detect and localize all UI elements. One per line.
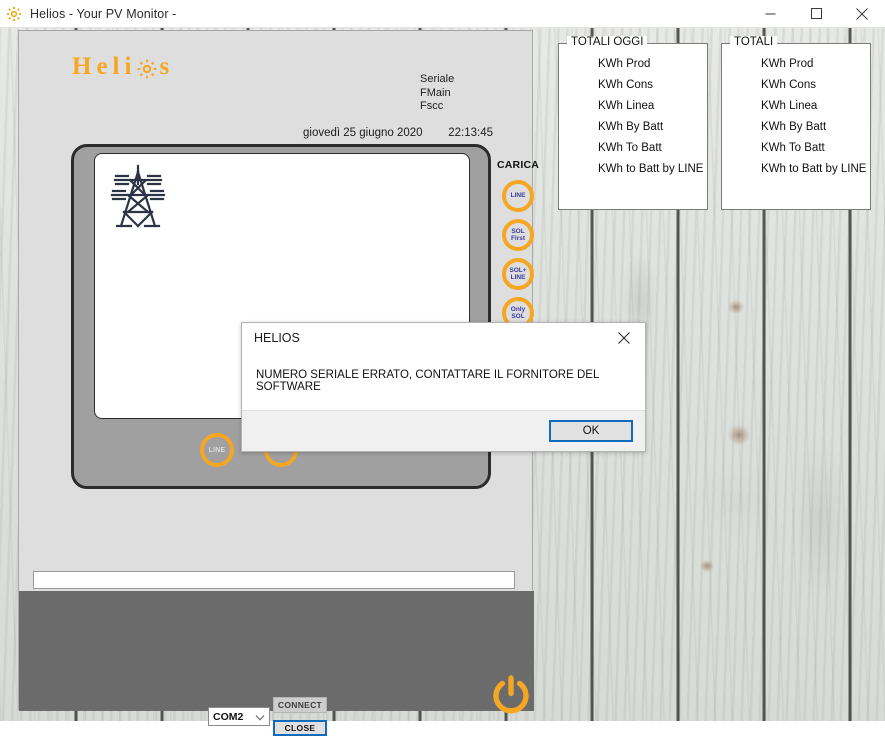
carica-button-only-sol-label1: Only — [510, 305, 526, 313]
list-item: KWh By Batt — [598, 121, 664, 133]
dialog-footer: OK — [242, 410, 645, 451]
totals-all-list: KWh Prod KWh Cons KWh Linea KWh By Batt … — [722, 58, 870, 175]
carica-button-sol-first[interactable]: SOL First — [502, 219, 534, 251]
serial-info-block: Seriale FMain Fscc — [420, 73, 454, 114]
screen-line-button[interactable]: LINE — [200, 433, 234, 467]
connect-button-label: CONNECT — [277, 700, 323, 710]
com-port-select[interactable]: COM2 — [208, 707, 270, 726]
carica-button-line[interactable]: LINE — [502, 180, 534, 212]
list-item: KWh Cons — [598, 79, 653, 91]
connect-button[interactable]: CONNECT — [273, 697, 327, 713]
window-title: Helios - Your PV Monitor - — [30, 6, 177, 21]
sun-gear-icon — [0, 0, 28, 28]
carica-button-sol-plus-line-label2: LINE — [510, 274, 526, 281]
totals-today-list: KWh Prod KWh Cons KWh Linea KWh By Batt … — [559, 58, 707, 175]
close-button[interactable]: CLOSE — [273, 720, 327, 736]
list-item: KWh to Batt by LINE — [598, 163, 704, 175]
screen-line-button-label: LINE — [208, 446, 226, 454]
list-item: KWh To Batt — [598, 142, 662, 154]
date-label: giovedì 25 giugno 2020 — [303, 127, 423, 139]
close-icon[interactable] — [839, 0, 885, 28]
totals-all-groupbox: TOTALI KWh Prod KWh Cons KWh Linea KWh B… — [721, 36, 871, 210]
list-item: KWh to Batt by LINE — [761, 163, 867, 175]
logo-sun-icon — [136, 58, 158, 80]
list-item: KWh Cons — [761, 79, 816, 91]
list-item: KWh Prod — [761, 58, 814, 70]
minimize-icon[interactable] — [747, 0, 793, 28]
fmain-label: FMain — [420, 86, 451, 99]
list-item: KWh Linea — [761, 100, 818, 112]
error-dialog: HELIOS NUMERO SERIALE ERRATO, CONTATTARE… — [241, 322, 646, 452]
carica-button-sol-plus-line[interactable]: SOL+ LINE — [502, 258, 534, 290]
dialog-titlebar[interactable]: HELIOS — [242, 323, 645, 353]
list-item: KWh To Batt — [761, 142, 825, 154]
footer-bar — [19, 591, 534, 711]
close-button-label: CLOSE — [284, 723, 316, 733]
carica-button-sol-first-label2: First — [510, 235, 526, 242]
carica-button-only-sol-label2: SOL — [511, 313, 525, 320]
time-label: 22:13:45 — [448, 127, 493, 139]
totals-all-title: TOTALI — [730, 36, 778, 48]
ok-button[interactable]: OK — [549, 420, 633, 442]
ok-button-label: OK — [582, 425, 600, 437]
maximize-icon[interactable] — [793, 0, 839, 28]
helios-logo: Heli s — [72, 53, 174, 81]
carica-column: CARICA LINE SOL First SOL+ LINE Only SOL — [496, 159, 540, 336]
serial-label: Seriale — [420, 73, 455, 85]
datetime-row: giovedì 25 giugno 2020 22:13:45 — [303, 127, 493, 139]
totals-today-title: TOTALI OGGI — [567, 36, 648, 48]
electric-pylon-icon — [109, 164, 167, 235]
list-item: KWh Prod — [598, 58, 651, 70]
totals-today-groupbox: TOTALI OGGI KWh Prod KWh Cons KWh Linea … — [558, 36, 708, 210]
power-icon[interactable] — [489, 673, 533, 722]
logo-text-before: Heli — [72, 53, 137, 80]
list-item: KWh Linea — [598, 100, 655, 112]
dialog-title: HELIOS — [254, 331, 300, 345]
carica-button-sol-first-label1: SOL — [511, 227, 525, 235]
application-window: Helios - Your PV Monitor - Heli s Serial… — [0, 0, 885, 736]
logo-text-after: s — [159, 53, 175, 80]
status-input[interactable] — [33, 571, 515, 589]
window-titlebar[interactable]: Helios - Your PV Monitor - — [0, 0, 885, 28]
chevron-down-icon — [255, 713, 265, 725]
close-icon[interactable] — [603, 323, 645, 353]
list-item: KWh By Batt — [761, 121, 827, 133]
carica-button-sol-plus-line-label1: SOL+ — [509, 266, 527, 274]
carica-title: CARICA — [496, 159, 540, 171]
carica-button-line-label1: LINE — [510, 192, 526, 200]
fscc-label: Fscc — [420, 100, 444, 112]
